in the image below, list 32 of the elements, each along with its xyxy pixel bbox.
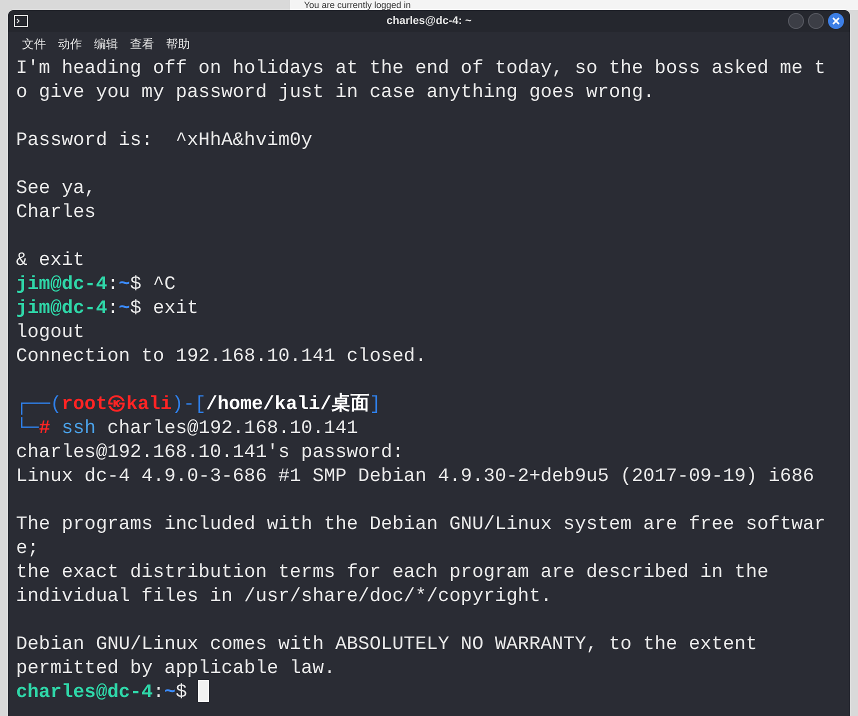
menu-item[interactable]: 帮助 <box>162 36 194 52</box>
minimize-button[interactable] <box>788 13 804 29</box>
terminal-line: I'm heading off on holidays at the end of today, so the boss asked me t <box>16 56 826 80</box>
terminal-line: e; <box>16 536 39 560</box>
page-text: You are currently logged in <box>304 0 411 10</box>
terminal-line: Debian GNU/Linux comes with ABSOLUTELY NO WARRANTY, to the extent <box>16 632 758 656</box>
close-button[interactable] <box>828 13 844 29</box>
terminal-line: jim@dc-4:~$ exit <box>16 296 198 320</box>
terminal-line: ┌──(root㉿kali)-[/home/kali/桌面] <box>16 392 381 416</box>
terminal-line: Connection to 192.168.10.141 closed. <box>16 344 426 368</box>
close-icon <box>832 17 840 25</box>
menu-item[interactable]: 文件 <box>18 36 50 52</box>
terminal-line: charles@192.168.10.141's password: <box>16 440 404 464</box>
terminal-line: Password is: ^xHhA&hvim0y <box>16 128 312 152</box>
window-title: charles@dc-4: ~ <box>386 15 472 27</box>
menu-item[interactable]: 动作 <box>54 36 86 52</box>
terminal-line: The programs included with the Debian GNU/Linux system are free softwar <box>16 512 826 536</box>
terminal-line: jim@dc-4:~$ ^C <box>16 272 176 296</box>
terminal-line: Charles <box>16 200 96 224</box>
terminal-line: charles@dc-4:~$ <box>16 680 210 704</box>
terminal-icon <box>14 15 28 27</box>
menu-item[interactable]: 编辑 <box>90 36 122 52</box>
terminal-line: & exit <box>16 248 84 272</box>
terminal-line: o give you my password just in case anything goes wrong. <box>16 80 655 104</box>
terminal-line: logout <box>16 320 84 344</box>
terminal-line: the exact distribution terms for each program are described in the <box>16 560 769 584</box>
terminal-line: Linux dc-4 4.9.0-3-686 #1 SMP Debian 4.9.30-2+deb9u5 (2017-09-19) i686 <box>16 464 814 488</box>
terminal-line: See ya, <box>16 176 96 200</box>
terminal-line: individual files in /usr/share/doc/*/copyright. <box>16 584 552 608</box>
menu-item[interactable]: 查看 <box>126 36 158 52</box>
terminal-line: permitted by applicable law. <box>16 656 336 680</box>
terminal-line: └─# ssh charles@192.168.10.141 <box>16 416 358 440</box>
